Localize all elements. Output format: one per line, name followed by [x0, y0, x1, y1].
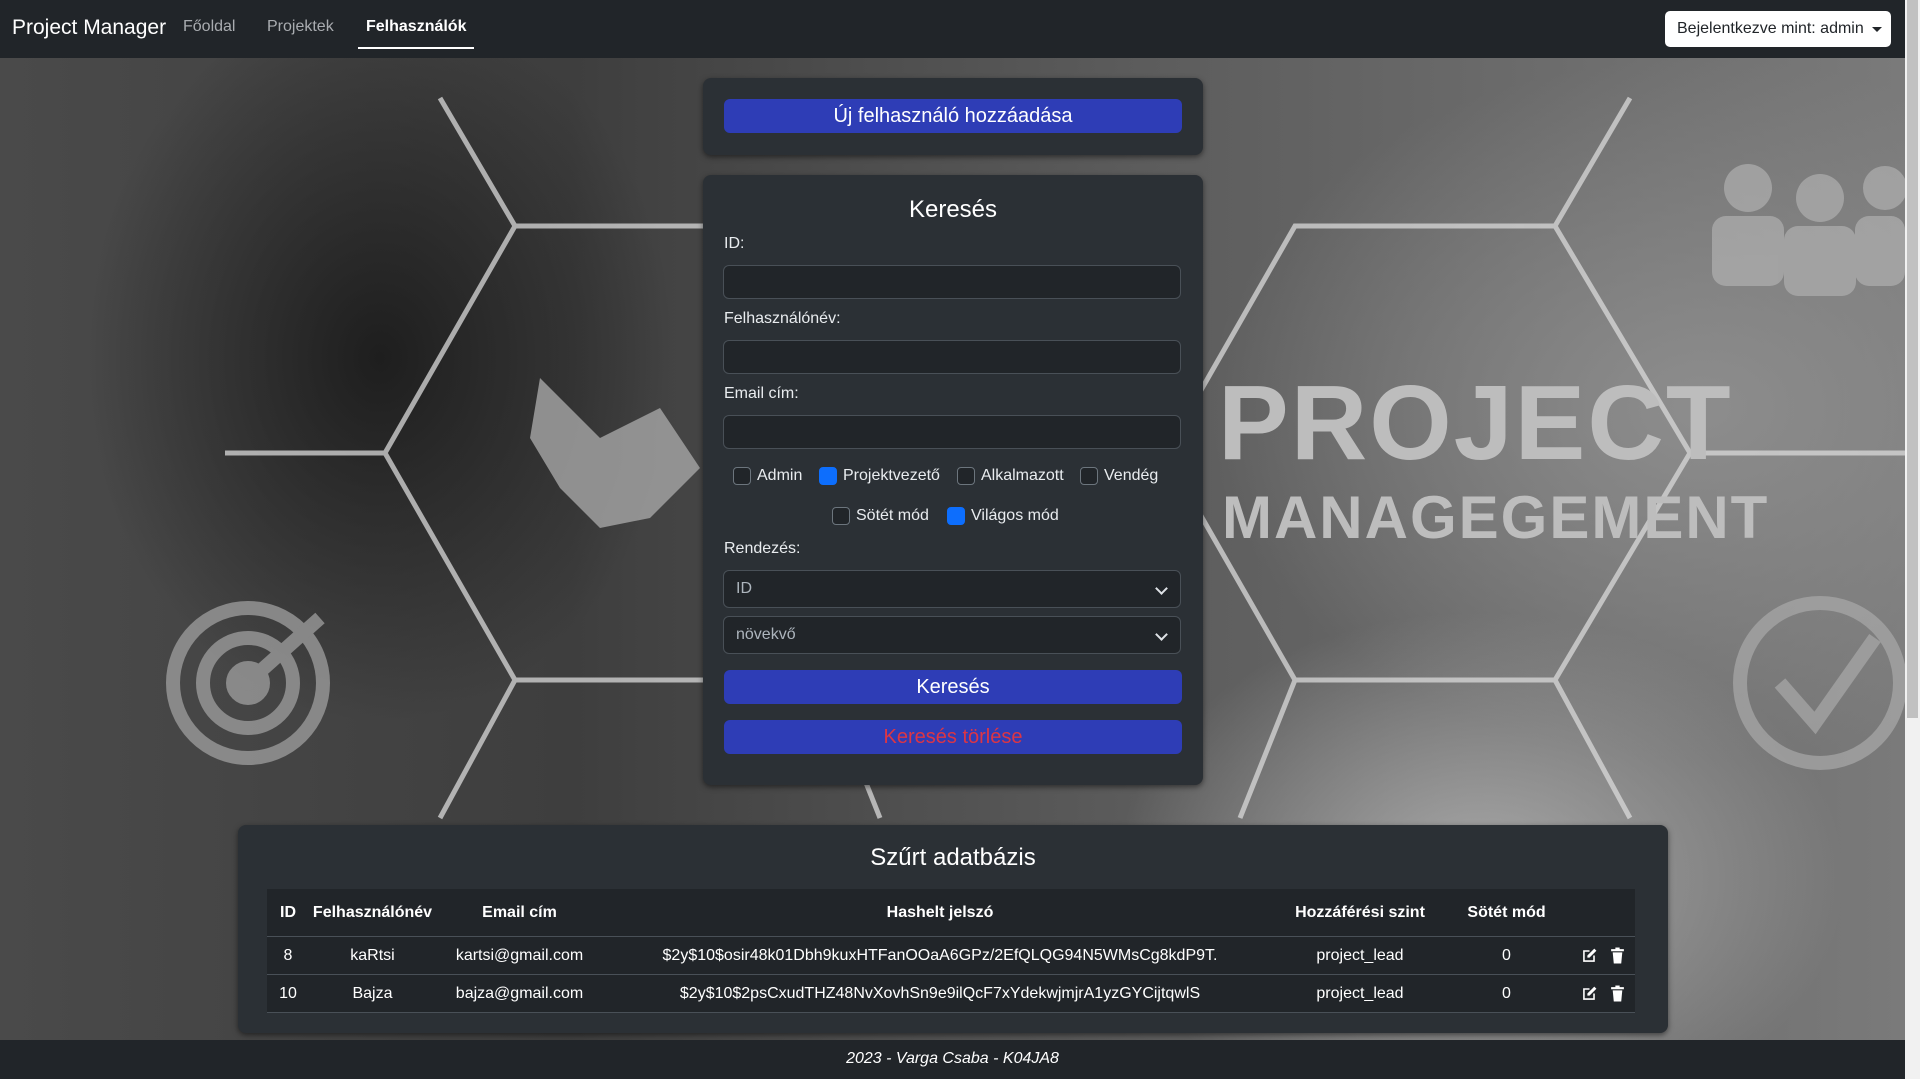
email-input[interactable] [723, 415, 1181, 449]
role-checkbox-employee[interactable]: Alkalmazott [957, 467, 1064, 485]
cell-id: 8 [267, 936, 309, 975]
chevron-down-icon [1155, 628, 1168, 641]
role-label-employee: Alkalmazott [981, 467, 1064, 484]
user-menu-button[interactable]: Bejelentkezve mint: admin [1665, 11, 1891, 47]
checkbox-employee[interactable] [957, 467, 975, 485]
role-checkbox-guest[interactable]: Vendég [1080, 467, 1158, 485]
role-label-project-lead: Projektvezető [843, 467, 940, 484]
nav-link-projects[interactable]: Projektek [267, 18, 334, 36]
clear-search-button[interactable]: Keresés törlése [724, 720, 1182, 754]
cell-hash: $2y$10$osir48k01Dbh9kuxHTFanOOaA6GPz/2Ef… [603, 936, 1277, 975]
cell-id: 10 [267, 974, 309, 1013]
role-checkbox-project-lead[interactable]: Projektvezető [819, 467, 940, 485]
background-word-management: MANAGEGEMENT [1222, 484, 1770, 551]
sort-field-select[interactable]: ID [723, 570, 1181, 608]
cell-access-level: project_lead [1277, 974, 1443, 1013]
checkbox-admin[interactable] [733, 467, 751, 485]
column-header-email[interactable]: Email cím [436, 889, 603, 937]
checkmark-icon [1733, 596, 1905, 770]
cell-hash: $2y$10$2psCxudTHZ48NvXovhSn9e9ilQcF7xYde… [603, 974, 1277, 1013]
sort-label: Rendezés: [724, 540, 801, 557]
footer-text: 2023 - Varga Csaba - K04JA8 [846, 1050, 1059, 1067]
cell-actions [1570, 936, 1635, 975]
scrollbar-thumb[interactable] [1907, 0, 1918, 718]
cell-dark-mode: 0 [1443, 936, 1570, 975]
table-row: 10 Bajza bajza@gmail.com $2y$10$2psCxudT… [267, 974, 1635, 1013]
column-header-access-level[interactable]: Hozzáférési szint [1277, 889, 1443, 937]
sort-field-value: ID [736, 580, 752, 597]
column-header-id[interactable]: ID [267, 889, 309, 937]
search-button[interactable]: Keresés [724, 670, 1182, 704]
active-tab-indicator [358, 47, 474, 49]
search-title: Keresés [908, 196, 998, 223]
cell-dark-mode: 0 [1443, 974, 1570, 1013]
cell-access-level: project_lead [1277, 936, 1443, 975]
column-header-hash[interactable]: Hashelt jelszó [603, 889, 1277, 937]
edit-icon[interactable] [1581, 985, 1598, 1002]
edit-icon[interactable] [1581, 947, 1598, 964]
handshake-icon [530, 378, 700, 528]
cell-username: Bajza [309, 974, 436, 1013]
trash-icon[interactable] [1610, 985, 1625, 1002]
mode-label-dark: Sötét mód [856, 507, 929, 524]
checkbox-guest[interactable] [1080, 467, 1098, 485]
column-header-dark-mode[interactable]: Sötét mód [1443, 889, 1570, 937]
checkbox-dark-mode[interactable] [832, 507, 850, 525]
results-card: Szűrt adatbázis ID Felhasználónév Email … [238, 825, 1668, 1033]
navbar: Project Manager Főoldal Projektek Felhas… [0, 0, 1920, 58]
role-label-guest: Vendég [1104, 467, 1159, 484]
cell-actions [1570, 974, 1635, 1013]
column-header-actions [1570, 889, 1635, 937]
user-menu-label: Bejelentkezve mint: admin [1677, 20, 1864, 37]
id-input[interactable] [723, 265, 1181, 299]
search-card: Keresés ID: Felhasználónév: Email cím: A… [703, 175, 1203, 785]
trash-icon[interactable] [1610, 947, 1625, 964]
role-label-admin: Admin [757, 467, 803, 484]
users-table: ID Felhasználónév Email cím Hashelt jels… [267, 889, 1635, 1013]
mode-checkbox-dark[interactable]: Sötét mód [832, 507, 929, 525]
chevron-down-icon [1155, 582, 1168, 595]
mode-checkbox-light[interactable]: Világos mód [947, 507, 1059, 525]
username-input[interactable] [723, 340, 1181, 374]
cell-email: bajza@gmail.com [436, 974, 603, 1013]
add-user-card: Új felhasználó hozzáadása [703, 78, 1203, 155]
background-word-project: PROJECT [1218, 364, 1733, 482]
email-label: Email cím: [724, 385, 799, 402]
people-icon [1712, 164, 1905, 296]
target-icon [166, 601, 330, 765]
role-checkbox-admin[interactable]: Admin [733, 467, 802, 485]
mode-label-light: Világos mód [971, 507, 1059, 524]
cell-email: kartsi@gmail.com [436, 936, 603, 975]
caret-down-icon [1871, 26, 1882, 32]
checkbox-project-lead[interactable] [819, 467, 837, 485]
nav-link-home[interactable]: Főoldal [183, 18, 235, 36]
id-label: ID: [724, 235, 745, 252]
brand-logo[interactable]: Project Manager [12, 16, 166, 40]
nav-link-users[interactable]: Felhasználók [366, 18, 466, 36]
column-header-username[interactable]: Felhasználónév [309, 889, 436, 937]
checkbox-light-mode[interactable] [947, 507, 965, 525]
cell-username: kaRtsi [309, 936, 436, 975]
sort-order-value: növekvő [736, 626, 796, 643]
add-user-button[interactable]: Új felhasználó hozzáadása [724, 99, 1182, 133]
table-row: 8 kaRtsi kartsi@gmail.com $2y$10$osir48k… [267, 936, 1635, 975]
username-label: Felhasználónév: [724, 310, 841, 327]
results-title: Szűrt adatbázis [870, 844, 1036, 871]
sort-order-select[interactable]: növekvő [723, 616, 1181, 654]
footer: 2023 - Varga Csaba - K04JA8 [0, 1040, 1905, 1079]
